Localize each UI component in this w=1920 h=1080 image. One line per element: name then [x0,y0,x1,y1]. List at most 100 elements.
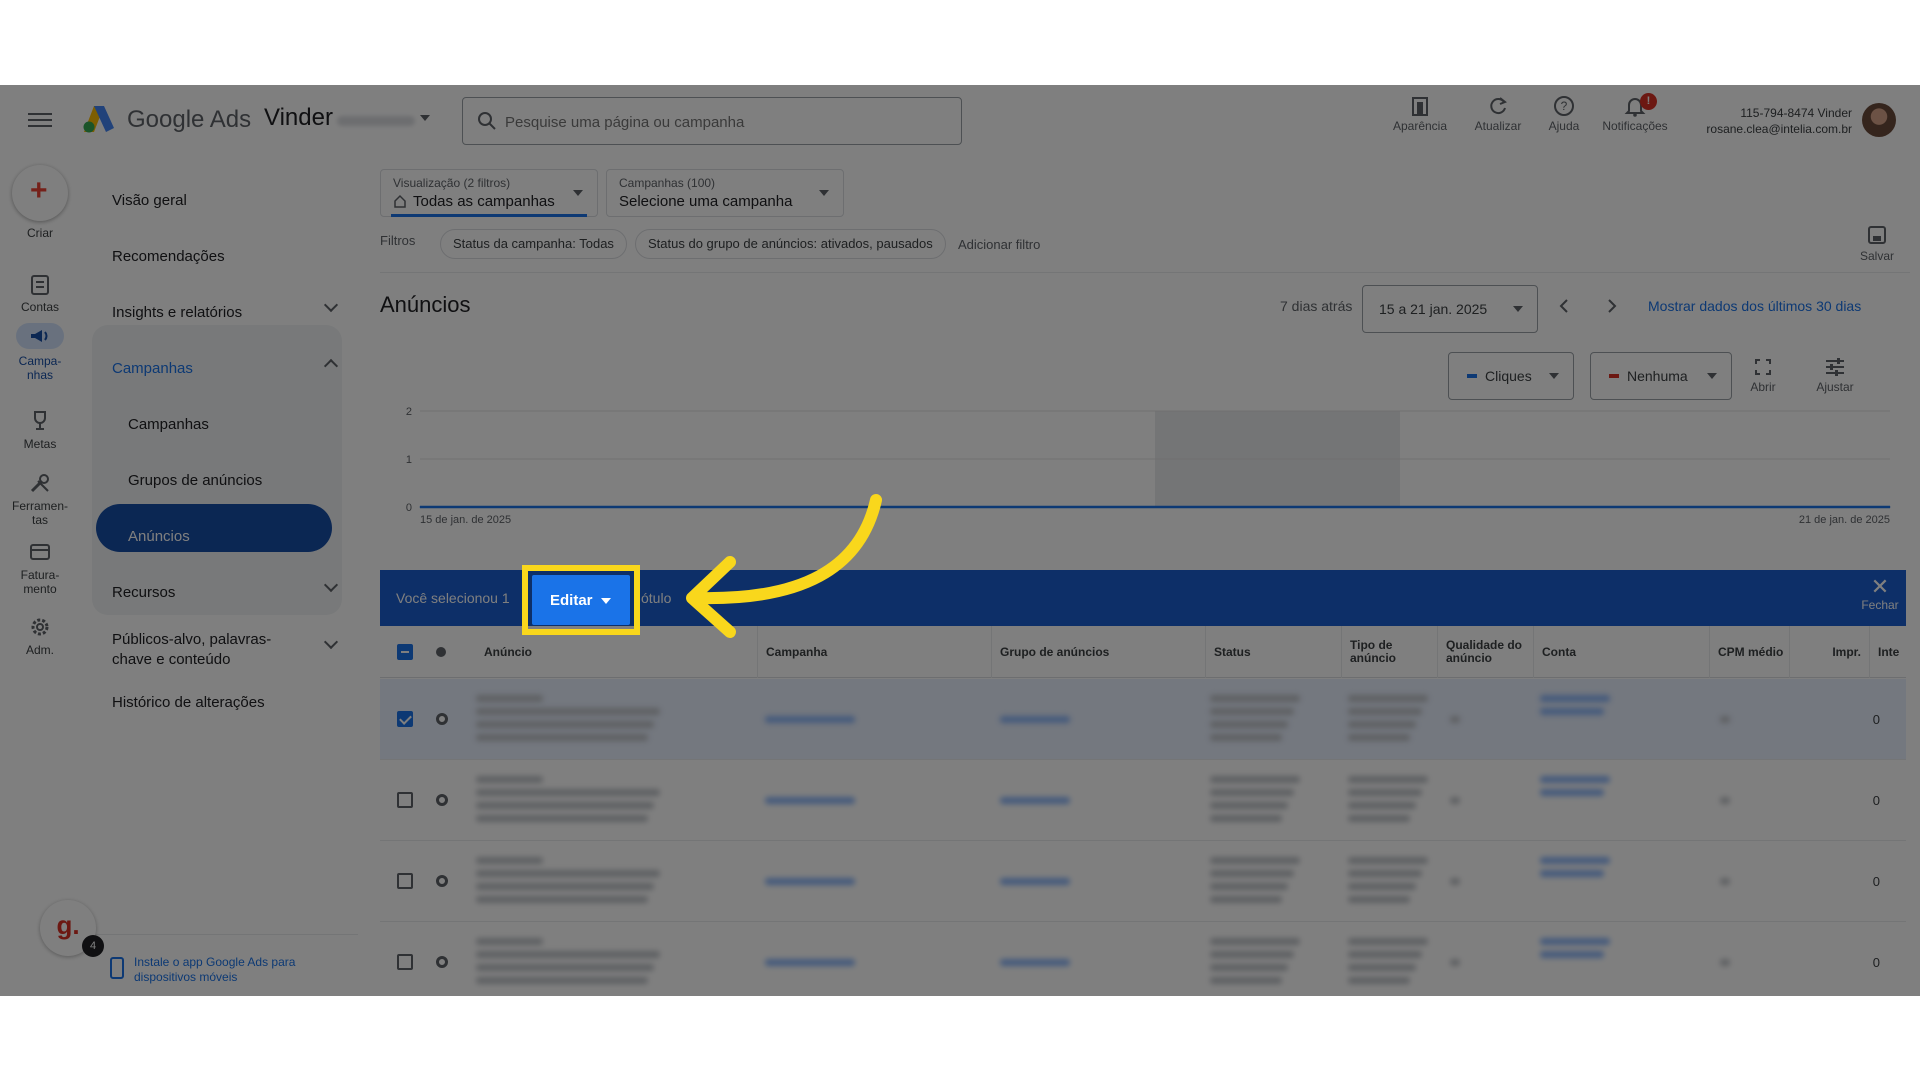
rail-label-billing: Fatura- mento [20,568,60,596]
row-checkbox[interactable] [397,873,413,889]
redacted-cell-text [1210,721,1288,728]
metric2-select[interactable]: Nenhuma [1590,352,1732,400]
column-header-ad-group[interactable]: Grupo de anúncios [991,626,1205,678]
metric1-select[interactable]: Cliques [1448,352,1574,400]
tools-icon[interactable] [28,471,52,495]
campaign-select-value: Selecione uma campanha [619,193,793,210]
view-select-label: Visualização (2 filtros) [393,176,511,190]
column-header-ad-quality[interactable]: Qualidade do anúncio [1437,626,1533,678]
redacted-cell-text [1720,959,1730,966]
install-app-link[interactable]: Instale o app Google Ads para dispositiv… [112,955,312,985]
column-header-account[interactable]: Conta [1533,626,1709,678]
nav-item-ads[interactable]: Anúncios [128,528,190,545]
chart-y-tick-label: 2 [406,407,412,418]
column-header-impressions[interactable]: Impr. [1789,626,1869,678]
notifications-button[interactable]: Notificações ! [1600,93,1670,133]
table-row[interactable]: 0 [380,922,1906,996]
redacted-cell-text [1210,815,1282,822]
nav-item-recommendations[interactable]: Recomendações [112,248,225,265]
close-selection-button[interactable]: ✕ Fechar [1855,576,1905,613]
row-status-icon[interactable] [436,956,448,968]
row-checkbox[interactable] [397,792,413,808]
filter-chip-ad-group-status[interactable]: Status do grupo de anúncios: ativados, p… [635,229,946,259]
chevron-right-icon[interactable] [1605,299,1619,313]
campaign-select[interactable]: Campanhas (100) Selecione uma campanha [606,169,844,217]
search-box[interactable] [462,97,962,145]
menu-icon[interactable] [28,109,52,129]
save-button[interactable]: Salvar [1852,225,1902,263]
performance-chart: 0 1 2 15 de jan. de 2025 21 de jan. de 2025 [406,407,1891,526]
row-checkbox[interactable] [397,711,413,727]
accounts-icon[interactable] [28,273,52,297]
help-button[interactable]: ? Ajuda [1529,95,1599,133]
toolbar-divider [380,272,1910,273]
search-input[interactable] [505,110,945,134]
chart-point [1644,506,1646,508]
redacted-cell-text [476,695,543,702]
appearance-icon [1412,97,1428,116]
row-status-icon[interactable] [436,713,448,725]
nav-item-campaigns[interactable]: Campanhas [128,416,209,433]
redacted-cell-text [1210,695,1300,702]
nav-item-ad-groups[interactable]: Grupos de anúncios [128,472,262,489]
nav-item-audiences[interactable]: Públicos-alvo, palavras-chave e conteúdo [112,630,302,670]
add-filter-button[interactable]: Adicionar filtro [958,237,1040,252]
filter-chip-campaign-status[interactable]: Status da campanha: Todas [440,229,627,259]
redacted-cell-text [1348,883,1416,890]
nav-item-insights[interactable]: Insights e relatórios [112,304,242,321]
label-button[interactable]: ótulo [641,590,671,606]
redacted-cell-text [476,964,654,971]
chevron-left-icon[interactable] [1557,299,1571,313]
column-header-status[interactable]: Status [1205,626,1341,678]
caret-down-icon [573,190,583,196]
redacted-cell-text [1348,734,1410,741]
redacted-cell-text [1210,802,1288,809]
nav-item-campaigns-group[interactable]: Campanhas [112,360,193,377]
search-icon [478,112,496,130]
account-name[interactable]: Vinder [264,104,333,132]
row-checkbox[interactable] [397,954,413,970]
redacted-cell-text [1348,977,1410,984]
chevron-down-icon[interactable] [323,634,339,650]
expand-chart-button[interactable]: Abrir [1739,358,1787,394]
avatar[interactable] [1862,103,1896,137]
metric2-swatch [1609,374,1619,378]
table-row[interactable]: 0 [380,679,1906,760]
gear-icon[interactable] [28,615,52,639]
redacted-cell-text [1720,716,1730,723]
trophy-icon[interactable] [28,409,52,433]
redacted-cell-text [1000,797,1070,804]
table-row[interactable]: 0 [380,760,1906,841]
edit-button[interactable]: Editar [532,575,630,625]
nav-item-history[interactable]: Histórico de alterações [112,694,265,711]
appearance-button[interactable]: Aparência [1385,95,1455,133]
chevron-down-icon[interactable] [323,297,339,313]
refresh-button[interactable]: Atualizar [1463,95,1533,133]
user-info[interactable]: 115-794-8474 Vinder rosane.clea@intelia.… [1706,105,1852,137]
table-row[interactable]: 0 [380,841,1906,922]
nav-item-overview[interactable]: Visão geral [112,192,187,209]
redacted-cell-text [1540,789,1604,796]
show-last-30-days-link[interactable]: Mostrar dados dos últimos 30 dias [1648,298,1861,314]
column-header-interactions[interactable]: Inte [1869,626,1906,678]
refresh-label: Atualizar [1474,119,1522,133]
column-header-ad-type[interactable]: Tipo de anúncio [1341,626,1437,678]
redacted-cell-text [1348,802,1416,809]
megaphone-icon[interactable] [28,324,52,348]
nav-item-resources[interactable]: Recursos [112,584,175,601]
google-ads-logo-icon [83,106,114,133]
billing-icon[interactable] [28,540,52,564]
view-select[interactable]: Visualização (2 filtros) Todas as campan… [380,169,598,217]
chart-y-tick-label: 0 [406,502,412,514]
create-button[interactable]: + [12,165,68,221]
column-header-avg-cpm[interactable]: CPM médio [1709,626,1789,678]
status-dot-icon [436,647,446,657]
row-status-icon[interactable] [436,794,448,806]
edit-label: Editar [550,591,593,609]
date-range-select[interactable]: 15 a 21 jan. 2025 [1362,285,1538,333]
select-all-checkbox[interactable] [397,644,413,660]
redacted-cell-text [765,797,855,804]
row-status-icon[interactable] [436,875,448,887]
adjust-chart-button[interactable]: Ajustar [1811,358,1859,394]
account-caret-icon[interactable] [420,115,430,121]
